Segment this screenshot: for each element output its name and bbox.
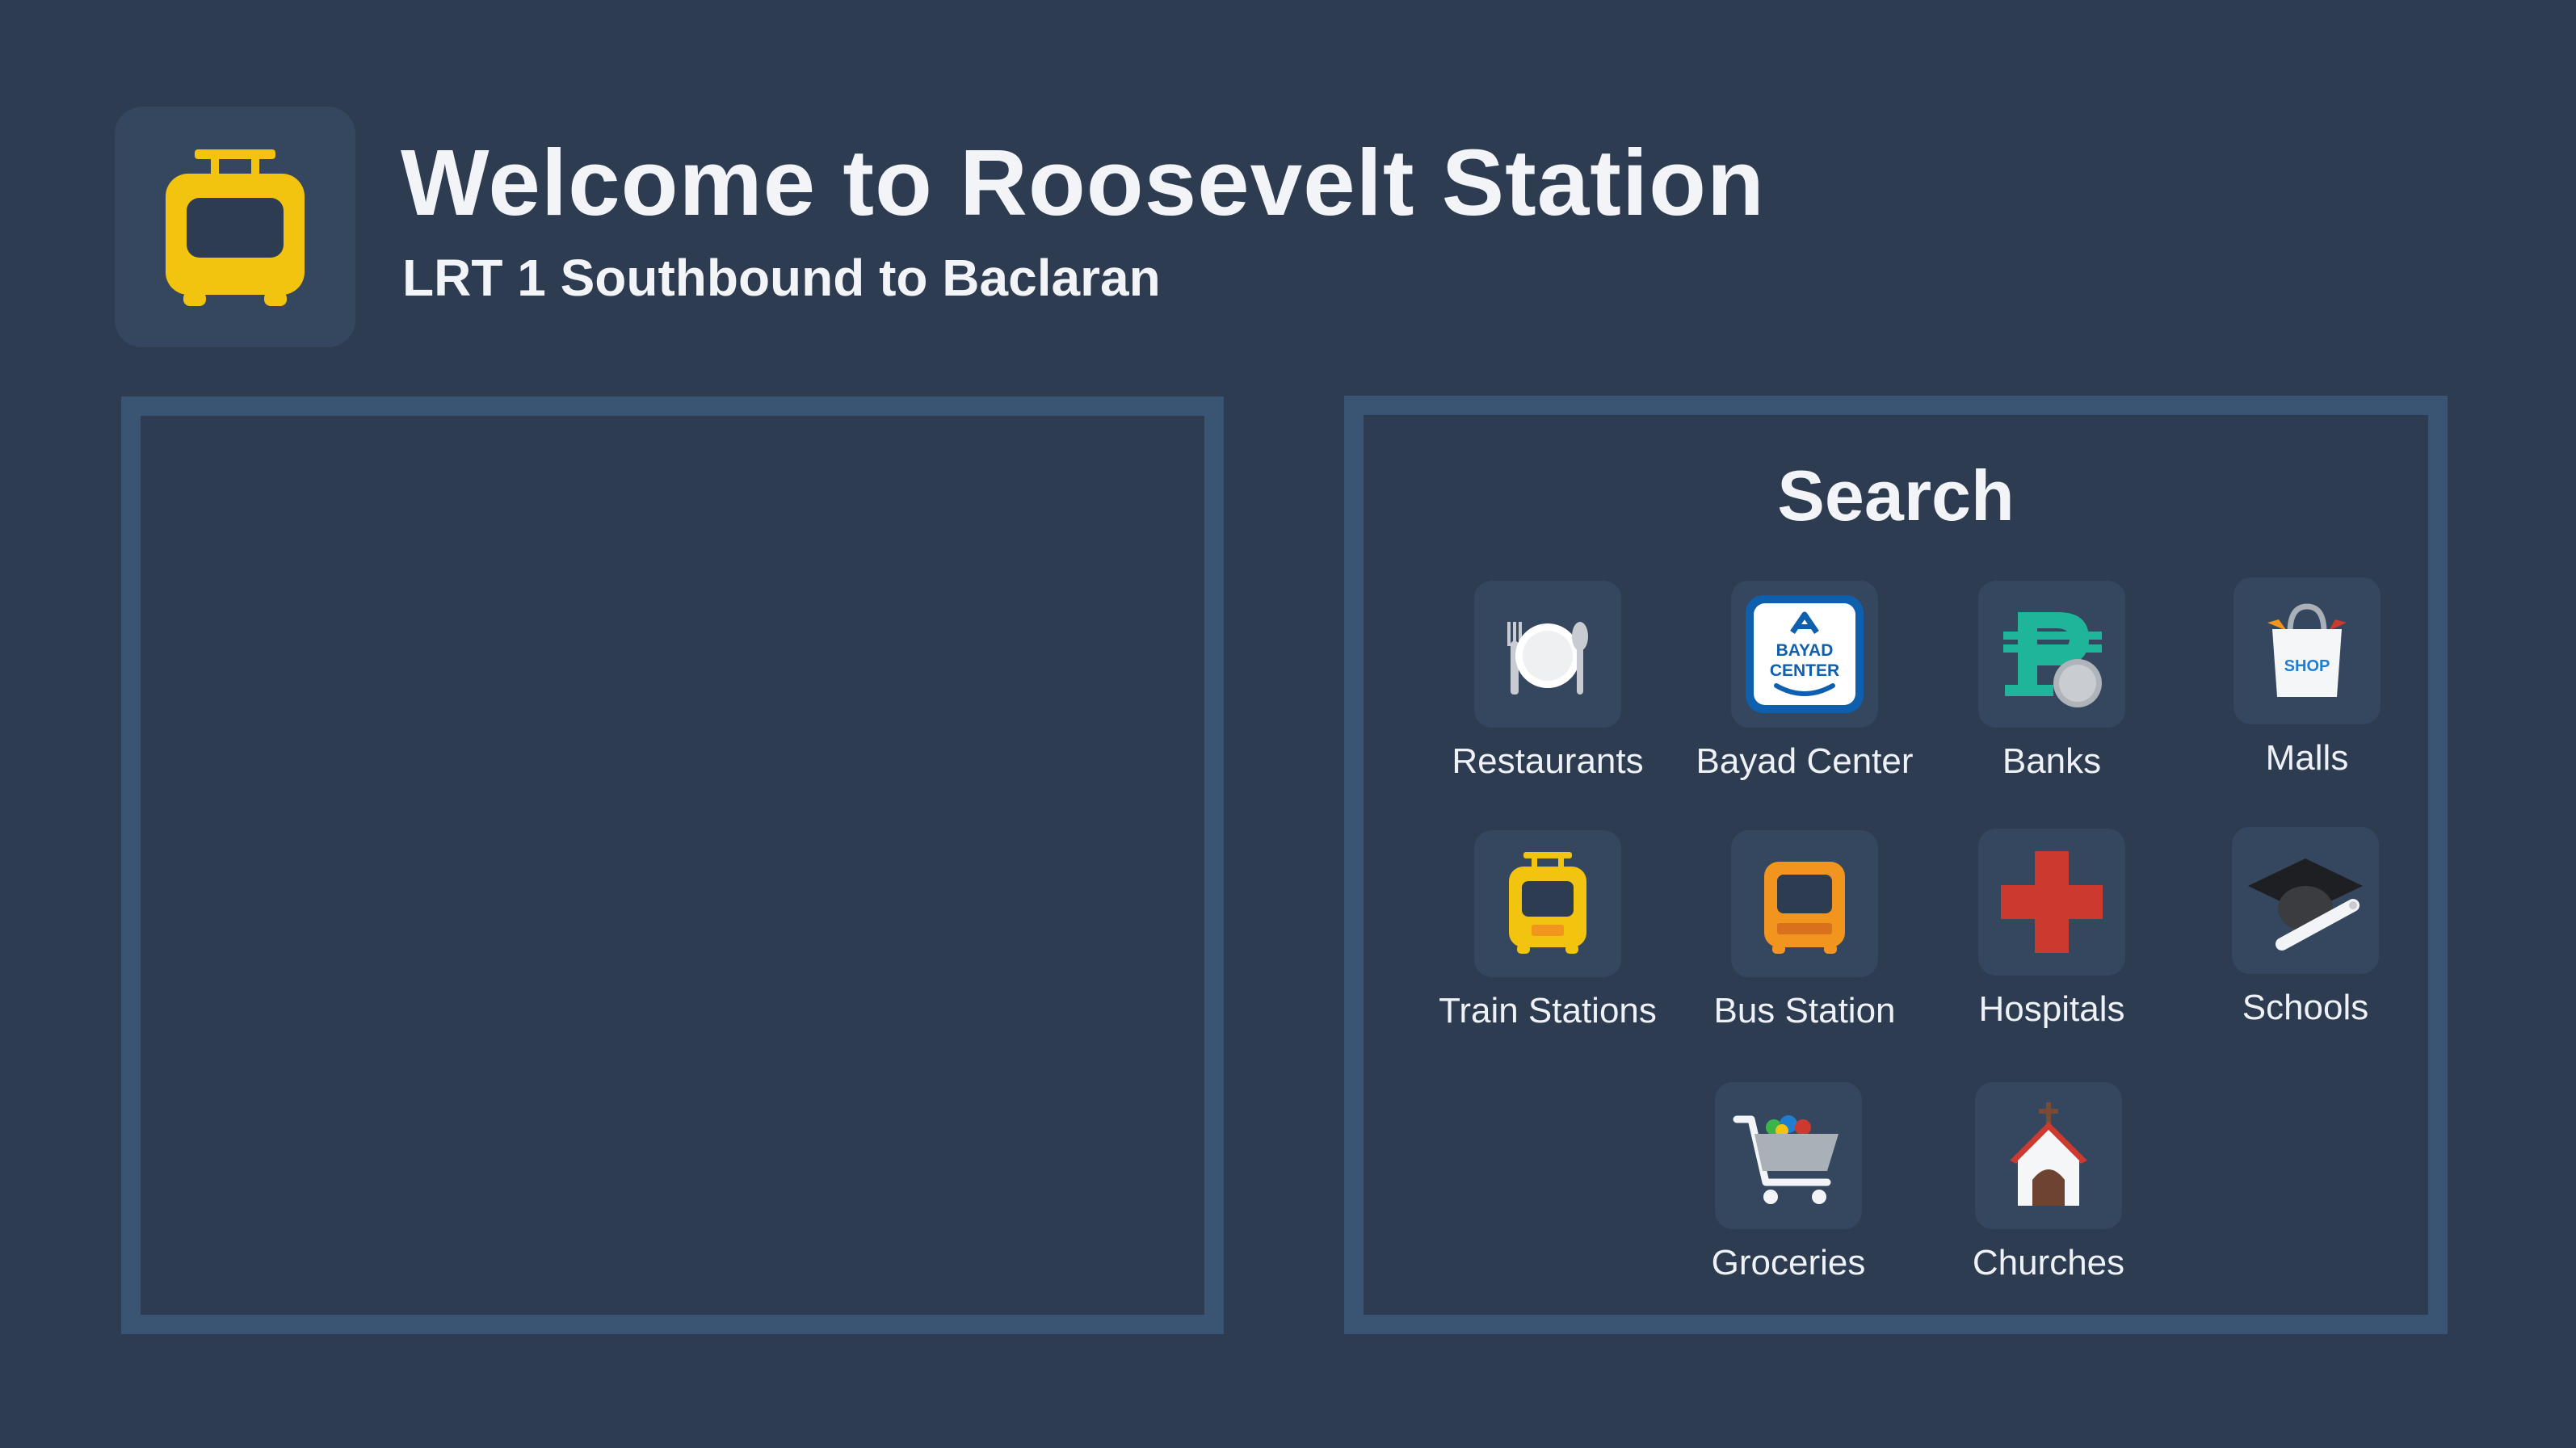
shopping-cart-icon xyxy=(1733,1115,1838,1204)
category-hospitals[interactable]: Hospitals xyxy=(1923,829,2181,1027)
schools-tile[interactable] xyxy=(2232,827,2379,974)
bayad-text: BAYAD xyxy=(1776,641,1834,660)
category-bayad-center[interactable]: BAYAD CENTER Bayad Center xyxy=(1675,581,1934,779)
category-label: Train Stations xyxy=(1439,991,1657,1030)
station-logo xyxy=(115,107,355,347)
category-label: Bus Station xyxy=(1713,991,1896,1030)
peso-icon xyxy=(2003,612,2102,707)
red-cross-icon xyxy=(2001,851,2103,953)
category-label: Groceries xyxy=(1711,1243,1866,1282)
category-groceries[interactable]: Groceries xyxy=(1659,1082,1918,1281)
banks-tile[interactable] xyxy=(1978,581,2125,728)
bayad-center-tile[interactable]: BAYAD CENTER xyxy=(1731,581,1878,728)
category-train-stations[interactable]: Train Stations xyxy=(1418,830,1677,1029)
groceries-tile[interactable] xyxy=(1715,1082,1862,1229)
train-icon xyxy=(166,149,305,306)
category-label: Schools xyxy=(2242,988,2369,1027)
page-subtitle: LRT 1 Southbound to Baclaran xyxy=(402,249,1161,307)
shopping-bag-icon: SHOP xyxy=(2267,603,2347,697)
category-churches[interactable]: Churches xyxy=(1919,1082,2178,1281)
train-icon xyxy=(1509,852,1586,954)
search-panel: Search Restaurants BAYAD CENTER Bayad Ce… xyxy=(1344,396,2448,1334)
graduation-cap-icon xyxy=(2248,858,2363,951)
category-label: Banks xyxy=(2002,741,2102,781)
map-panel[interactable] xyxy=(121,397,1224,1334)
category-label: Churches xyxy=(1972,1243,2125,1282)
restaurants-tile[interactable] xyxy=(1474,581,1621,728)
category-schools[interactable]: Schools xyxy=(2176,827,2435,1026)
hospitals-tile[interactable] xyxy=(1978,829,2125,976)
church-icon xyxy=(2010,1102,2087,1206)
category-banks[interactable]: Banks xyxy=(1923,581,2181,779)
category-malls[interactable]: SHOP Malls xyxy=(2178,577,2436,776)
shop-text: SHOP xyxy=(2284,657,2330,675)
bayad-center-icon: BAYAD CENTER xyxy=(1746,595,1864,713)
category-label: Bayad Center xyxy=(1696,741,1914,781)
category-bus-station[interactable]: Bus Station xyxy=(1675,830,1934,1029)
center-text: CENTER xyxy=(1770,661,1839,680)
category-label: Malls xyxy=(2265,738,2349,778)
category-restaurants[interactable]: Restaurants xyxy=(1418,581,1677,779)
category-label: Hospitals xyxy=(1978,989,2125,1029)
bus-station-tile[interactable] xyxy=(1731,830,1878,977)
search-title: Search xyxy=(1777,455,2015,535)
bus-icon xyxy=(1764,862,1845,954)
train-stations-tile[interactable] xyxy=(1474,830,1621,977)
category-label: Restaurants xyxy=(1452,741,1644,781)
malls-tile[interactable]: SHOP xyxy=(2234,577,2381,724)
page-title: Welcome to Roosevelt Station xyxy=(401,130,1765,235)
churches-tile[interactable] xyxy=(1975,1082,2122,1229)
restaurant-icon xyxy=(1507,622,1588,695)
